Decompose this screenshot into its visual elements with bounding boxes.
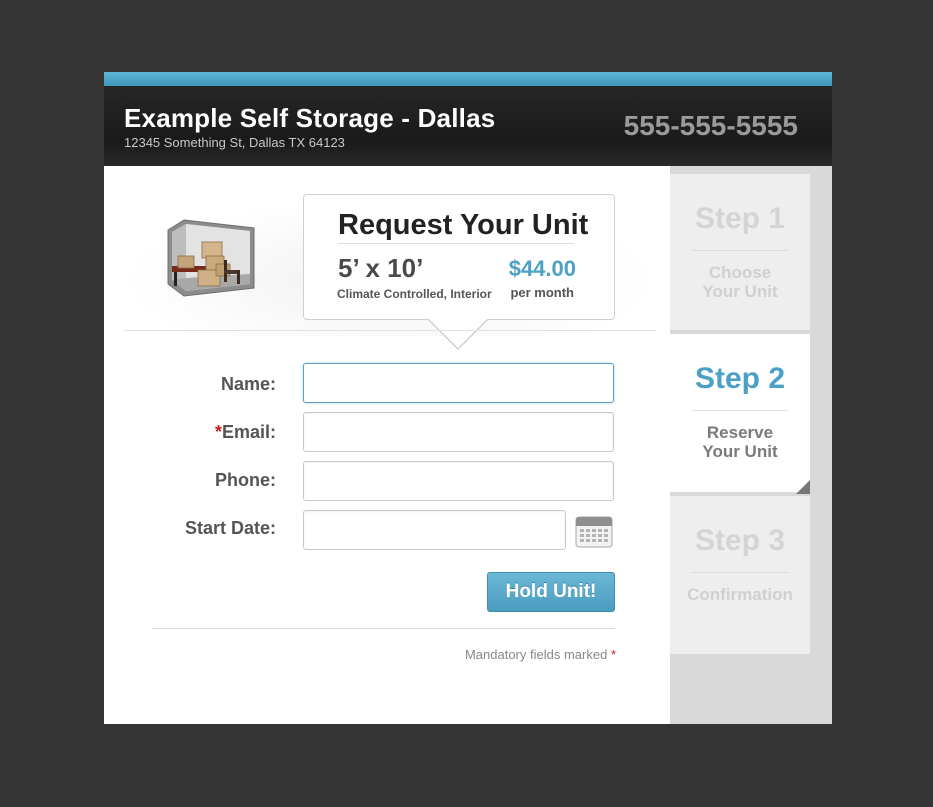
start-date-input[interactable] <box>303 510 566 550</box>
step-2-subtitle-line1: Reserve <box>706 423 774 442</box>
name-input[interactable] <box>303 363 614 403</box>
step-1-divider <box>692 250 788 251</box>
mandatory-required-mark: * <box>610 647 616 662</box>
accent-top-bar <box>104 72 832 86</box>
bubble-divider <box>338 243 574 244</box>
unit-size: 5’ x 10’ <box>338 253 424 283</box>
start-date-label-text: Start Date: <box>184 518 276 538</box>
step-2-divider <box>692 410 788 411</box>
email-label: *Email: <box>104 422 276 443</box>
calendar-icon[interactable] <box>575 514 613 548</box>
phone-label: Phone: <box>104 470 276 491</box>
unit-description: Climate Controlled, Interior <box>337 287 492 301</box>
step-2-subtitle-line2: Your Unit <box>702 442 778 461</box>
step-2[interactable]: Step 2 Reserve Your Unit <box>670 334 810 492</box>
business-name: Example Self Storage - Dallas <box>124 103 496 133</box>
step-1-subtitle-line2: Your Unit <box>702 282 778 301</box>
request-title: Request Your Unit <box>338 209 589 241</box>
phone-label-text: Phone: <box>215 470 276 490</box>
mandatory-note-text: Mandatory fields marked <box>464 647 608 662</box>
name-label: Name: <box>104 374 276 395</box>
name-label-text: Name: <box>220 374 276 394</box>
form-footer-divider <box>152 628 615 629</box>
step-1[interactable]: Step 1 Choose Your Unit <box>670 174 810 330</box>
business-address: 12345 Something St, Dallas TX 64123 <box>124 135 345 150</box>
active-step-fold <box>796 480 810 494</box>
business-phone[interactable]: 555-555-5555 <box>624 110 798 142</box>
start-date-label: Start Date: <box>104 518 276 539</box>
step-2-title: Step 2 <box>694 362 786 395</box>
reservation-card: Example Self Storage - Dallas 12345 Some… <box>104 72 832 724</box>
step-3-subtitle-line1: Confirmation <box>687 585 793 604</box>
step-3-divider <box>692 572 788 573</box>
unit-price: $44.00 <box>508 256 576 281</box>
required-mark: * <box>214 422 222 442</box>
step-3-title: Step 3 <box>694 524 786 557</box>
phone-input[interactable] <box>303 461 614 501</box>
steps-sidebar: Step 1 Choose Your Unit Step 2 Reserve Y… <box>670 166 832 724</box>
hold-unit-button[interactable]: Hold Unit! <box>487 572 615 612</box>
email-label-text: Email: <box>221 422 276 442</box>
storage-unit-boxes-icon <box>167 219 255 297</box>
page-header: Example Self Storage - Dallas 12345 Some… <box>104 86 832 166</box>
mandatory-note: Mandatory fields marked * <box>465 647 616 662</box>
section-divider <box>124 330 656 331</box>
unit-summary-bubble: Request Your Unit 5’ x 10’ Climate Contr… <box>303 194 615 350</box>
email-input[interactable] <box>303 412 614 452</box>
step-1-title: Step 1 <box>694 202 786 235</box>
bubble-pointer-fill <box>428 318 488 348</box>
step-1-subtitle-line1: Choose <box>708 263 772 282</box>
price-period: per month <box>510 285 574 300</box>
step-3[interactable]: Step 3 Confirmation <box>670 496 810 654</box>
